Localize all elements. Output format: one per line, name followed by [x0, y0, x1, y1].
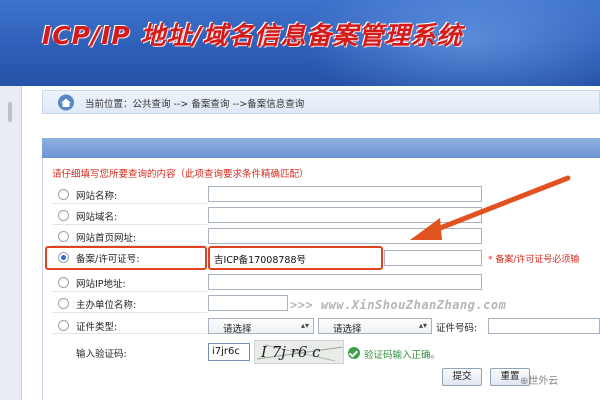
system-title: ICP/IP 地址/域名信息备案管理系统 [42, 21, 463, 50]
cert-number-input[interactable] [488, 318, 600, 334]
label-cert-type: 证件类型: [76, 322, 118, 333]
cert-subtype-select[interactable]: 请选择 ▴▾ [318, 318, 432, 335]
captcha-label: 输入验证码: [76, 349, 127, 360]
site-ip-input[interactable] [208, 274, 482, 290]
cert-type-select-value: 请选择 [223, 324, 252, 335]
system-header: ICP/IP 地址/域名信息备案管理系统 [0, 0, 600, 86]
radio-site-name[interactable] [58, 189, 69, 200]
label-homepage-url: 网站首页网址: [76, 233, 137, 244]
breadcrumb: 当前位置：公共查询 --> 备案查询 -->备案信息查询 [42, 90, 600, 114]
annotation-arrow-icon [410, 175, 571, 240]
cert-subtype-select-value: 请选择 [333, 324, 362, 335]
select-arrows-icon: ▴▾ [300, 321, 309, 330]
captcha-glyphs: I 7j r6 c [261, 343, 321, 361]
radio-organizer[interactable] [58, 298, 69, 309]
license-number-value: 吉ICP备17008788号 [214, 255, 307, 266]
captcha-input[interactable]: i7jr6c [208, 343, 250, 361]
organizer-input[interactable] [208, 295, 288, 311]
license-required-note: * 备案/许可证号必须输 [488, 255, 580, 265]
site-watermark: >>> www.XinShouZhanZhang.com [290, 298, 507, 312]
label-site-name: 网站名称: [76, 191, 118, 202]
breadcrumb-text: 当前位置：公共查询 --> 备案查询 -->备案信息查询 [85, 99, 305, 110]
brand-watermark: ⊕世外云 [520, 376, 559, 387]
home-icon[interactable] [57, 94, 75, 111]
frame-toggle-handle[interactable] [8, 102, 12, 122]
check-icon [348, 347, 360, 359]
captcha-image[interactable]: I 7j r6 c [254, 340, 344, 364]
label-site-domain: 网站域名: [76, 212, 118, 223]
submit-button[interactable]: 提交 [442, 368, 482, 386]
cert-type-select[interactable]: 请选择 ▴▾ [208, 318, 314, 335]
form-instruction: 请仔细填写您所要查询的内容（此项查询要求条件精确匹配） [52, 169, 309, 180]
label-organizer: 主办单位名称: [76, 300, 137, 311]
radio-site-ip[interactable] [58, 277, 69, 288]
label-license-number: 备案/许可证号: [76, 254, 140, 265]
select-arrows-icon: ▴▾ [418, 321, 427, 330]
label-site-ip: 网站IP地址: [76, 279, 126, 290]
radio-homepage-url[interactable] [58, 231, 69, 242]
radio-license-number[interactable] [58, 252, 69, 263]
cert-number-label: 证件号码: [436, 323, 478, 334]
radio-site-domain[interactable] [58, 210, 69, 221]
radio-cert-type[interactable] [58, 320, 69, 331]
captcha-ok-message: 验证码输入正确。 [364, 350, 441, 361]
license-input-extension[interactable] [384, 250, 482, 266]
panel-header-bar [42, 138, 600, 158]
left-frame-strip [0, 86, 22, 400]
